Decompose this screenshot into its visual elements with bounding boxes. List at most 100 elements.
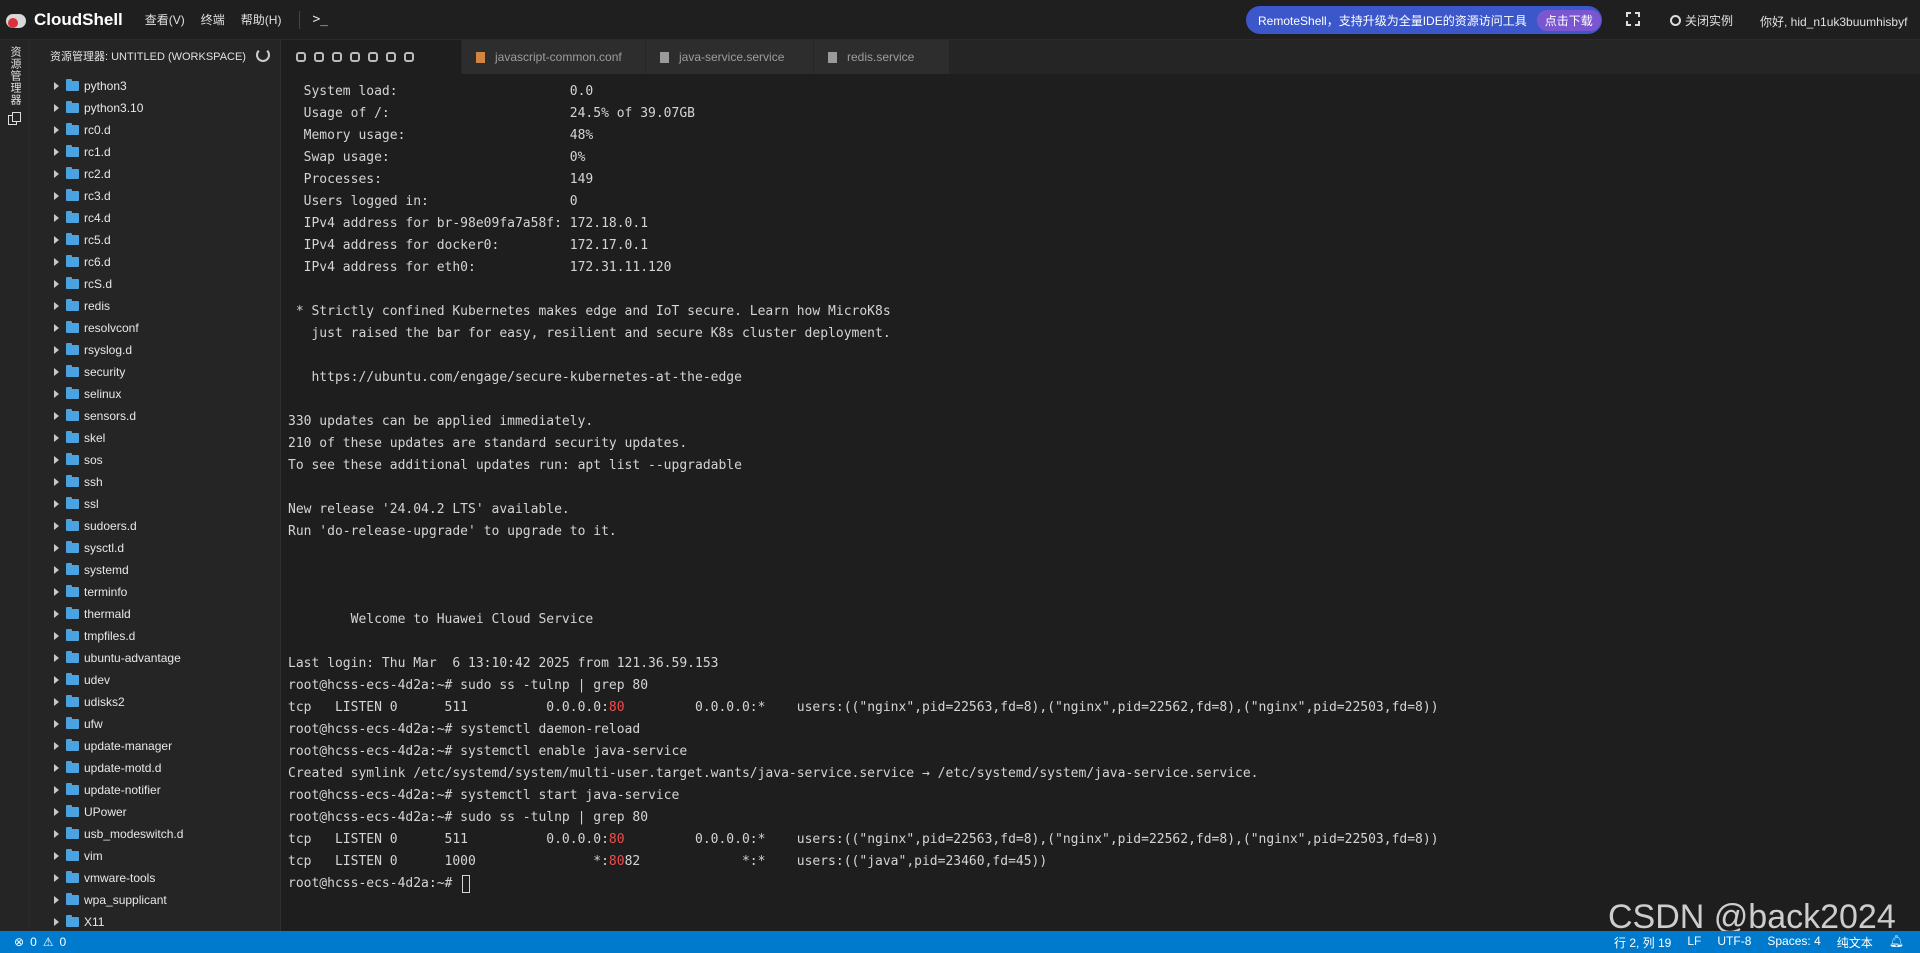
tree-folder-item[interactable]: skel bbox=[30, 427, 280, 449]
chevron-right-icon[interactable] bbox=[54, 236, 59, 244]
chevron-right-icon[interactable] bbox=[54, 742, 59, 750]
chevron-right-icon[interactable] bbox=[54, 82, 59, 90]
chevron-right-icon[interactable] bbox=[54, 918, 59, 926]
tree-folder-item[interactable]: vmware-tools bbox=[30, 867, 280, 889]
chevron-right-icon[interactable] bbox=[54, 676, 59, 684]
tree-folder-item[interactable]: python3 bbox=[30, 75, 280, 97]
tree-folder-item[interactable]: rcS.d bbox=[30, 273, 280, 295]
chevron-right-icon[interactable] bbox=[54, 148, 59, 156]
tree-folder-item[interactable]: rc0.d bbox=[30, 119, 280, 141]
tree-folder-item[interactable]: rc4.d bbox=[30, 207, 280, 229]
chevron-right-icon[interactable] bbox=[54, 104, 59, 112]
chevron-right-icon[interactable] bbox=[54, 830, 59, 838]
tree-folder-item[interactable]: udisks2 bbox=[30, 691, 280, 713]
chevron-right-icon[interactable] bbox=[54, 280, 59, 288]
tree-folder-item[interactable]: rc1.d bbox=[30, 141, 280, 163]
chevron-right-icon[interactable] bbox=[54, 874, 59, 882]
chevron-right-icon[interactable] bbox=[54, 258, 59, 266]
menu-view[interactable]: 查看(V) bbox=[145, 11, 185, 28]
tab-redis-service[interactable]: redis.service bbox=[814, 40, 950, 74]
eol-indicator[interactable]: LF bbox=[1687, 934, 1701, 951]
tree-folder-item[interactable]: sudoers.d bbox=[30, 515, 280, 537]
fullscreen-icon[interactable] bbox=[1626, 12, 1640, 26]
tab-terminal[interactable] bbox=[282, 40, 462, 74]
chevron-right-icon[interactable] bbox=[54, 896, 59, 904]
chevron-right-icon[interactable] bbox=[54, 324, 59, 332]
tree-folder-item[interactable]: UPower bbox=[30, 801, 280, 823]
copy-icon[interactable] bbox=[8, 112, 22, 126]
chevron-right-icon[interactable] bbox=[54, 390, 59, 398]
explorer-activity-label[interactable]: 资源管理器 bbox=[7, 46, 23, 106]
tab-javascript-common-conf[interactable]: javascript-common.conf bbox=[462, 40, 646, 74]
tree-folder-item[interactable]: tmpfiles.d bbox=[30, 625, 280, 647]
close-instance-button[interactable]: 关闭实例 bbox=[1670, 12, 1733, 29]
chevron-right-icon[interactable] bbox=[54, 126, 59, 134]
promo-banner[interactable]: RemoteShell，支持升级为全量IDE的资源访问工具 点击下载 bbox=[1246, 6, 1602, 34]
tree-folder-item[interactable]: rc6.d bbox=[30, 251, 280, 273]
tree-folder-item[interactable]: redis bbox=[30, 295, 280, 317]
indentation-indicator[interactable]: Spaces: 4 bbox=[1767, 934, 1820, 951]
bell-icon[interactable]: 🔔︎ bbox=[1889, 934, 1904, 951]
menu-terminal[interactable]: 终端 bbox=[201, 11, 225, 28]
tree-folder-item[interactable]: X11 bbox=[30, 911, 280, 931]
chevron-right-icon[interactable] bbox=[54, 698, 59, 706]
tree-folder-item[interactable]: resolvconf bbox=[30, 317, 280, 339]
tree-folder-item[interactable]: update-notifier bbox=[30, 779, 280, 801]
chevron-right-icon[interactable] bbox=[54, 500, 59, 508]
chevron-right-icon[interactable] bbox=[54, 434, 59, 442]
chevron-right-icon[interactable] bbox=[54, 302, 59, 310]
chevron-right-icon[interactable] bbox=[54, 610, 59, 618]
chevron-right-icon[interactable] bbox=[54, 720, 59, 728]
chevron-right-icon[interactable] bbox=[54, 368, 59, 376]
refresh-icon[interactable] bbox=[256, 48, 270, 62]
tree-folder-item[interactable]: selinux bbox=[30, 383, 280, 405]
chevron-right-icon[interactable] bbox=[54, 214, 59, 222]
chevron-right-icon[interactable] bbox=[54, 566, 59, 574]
terminal-output[interactable]: System load: 0.0 Usage of /: 24.5% of 39… bbox=[282, 74, 1920, 931]
terminal-icon[interactable]: >_ bbox=[312, 12, 328, 27]
tree-folder-item[interactable]: update-motd.d bbox=[30, 757, 280, 779]
tree-folder-item[interactable]: terminfo bbox=[30, 581, 280, 603]
tree-folder-item[interactable]: security bbox=[30, 361, 280, 383]
problems-indicator[interactable]: ⊗ 0 ⚠ 0 bbox=[14, 935, 72, 949]
chevron-right-icon[interactable] bbox=[54, 654, 59, 662]
language-mode[interactable]: 纯文本 bbox=[1837, 934, 1873, 951]
tree-folder-item[interactable]: sensors.d bbox=[30, 405, 280, 427]
chevron-right-icon[interactable] bbox=[54, 808, 59, 816]
chevron-right-icon[interactable] bbox=[54, 786, 59, 794]
chevron-right-icon[interactable] bbox=[54, 632, 59, 640]
tab-java-service[interactable]: java-service.service bbox=[646, 40, 814, 74]
menu-help[interactable]: 帮助(H) bbox=[241, 11, 282, 28]
tree-folder-item[interactable]: thermald bbox=[30, 603, 280, 625]
chevron-right-icon[interactable] bbox=[54, 456, 59, 464]
tree-folder-item[interactable]: udev bbox=[30, 669, 280, 691]
tree-folder-item[interactable]: wpa_supplicant bbox=[30, 889, 280, 911]
chevron-right-icon[interactable] bbox=[54, 478, 59, 486]
user-greeting[interactable]: 你好, hid_n1uk3buumhisbyf bbox=[1760, 13, 1907, 30]
tree-folder-item[interactable]: update-manager bbox=[30, 735, 280, 757]
chevron-right-icon[interactable] bbox=[54, 764, 59, 772]
tree-folder-item[interactable]: vim bbox=[30, 845, 280, 867]
chevron-right-icon[interactable] bbox=[54, 852, 59, 860]
tree-folder-item[interactable]: rc5.d bbox=[30, 229, 280, 251]
tree-folder-item[interactable]: ssh bbox=[30, 471, 280, 493]
tree-folder-item[interactable]: rc3.d bbox=[30, 185, 280, 207]
promo-download-button[interactable]: 点击下载 bbox=[1536, 9, 1601, 31]
tree-folder-item[interactable]: sos bbox=[30, 449, 280, 471]
chevron-right-icon[interactable] bbox=[54, 346, 59, 354]
tree-folder-item[interactable]: sysctl.d bbox=[30, 537, 280, 559]
chevron-right-icon[interactable] bbox=[54, 192, 59, 200]
tree-folder-item[interactable]: python3.10 bbox=[30, 97, 280, 119]
tree-folder-item[interactable]: ufw bbox=[30, 713, 280, 735]
chevron-right-icon[interactable] bbox=[54, 588, 59, 596]
chevron-right-icon[interactable] bbox=[54, 522, 59, 530]
tree-folder-item[interactable]: ubuntu-advantage bbox=[30, 647, 280, 669]
chevron-right-icon[interactable] bbox=[54, 412, 59, 420]
chevron-right-icon[interactable] bbox=[54, 170, 59, 178]
tree-folder-item[interactable]: rsyslog.d bbox=[30, 339, 280, 361]
encoding-indicator[interactable]: UTF-8 bbox=[1717, 934, 1751, 951]
chevron-right-icon[interactable] bbox=[54, 544, 59, 552]
tree-folder-item[interactable]: usb_modeswitch.d bbox=[30, 823, 280, 845]
tree-folder-item[interactable]: rc2.d bbox=[30, 163, 280, 185]
cursor-position[interactable]: 行 2, 列 19 bbox=[1614, 934, 1671, 951]
